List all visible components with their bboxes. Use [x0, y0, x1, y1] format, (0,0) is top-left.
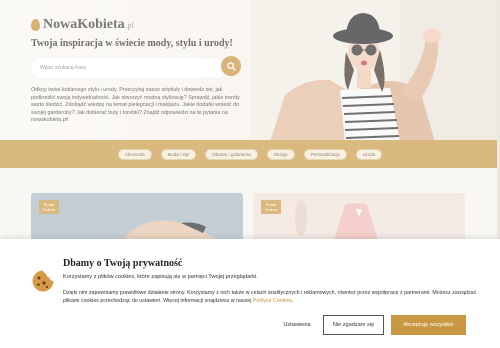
cookie-icon	[32, 270, 54, 292]
cookie-details: Dzięki nim zapewniamy prawidłowe działan…	[63, 289, 483, 305]
cookie-accept-all-button[interactable]: Akceptuję wszystkie	[391, 315, 466, 335]
cookie-settings-button[interactable]: Ustawienia	[276, 315, 318, 335]
cookie-title: Dbamy o Twoją prywatność	[63, 258, 183, 269]
cookie-consent-banner: Dbamy o Twoją prywatność Korzystamy z pl…	[0, 239, 500, 348]
cookie-details-end: .	[292, 298, 294, 304]
cookie-reject-button[interactable]: Nie zgadzam się	[323, 315, 384, 335]
cookie-policy-link[interactable]: Polityce Cookies	[253, 298, 292, 304]
cookie-description: Korzystamy z plików cookies, które zapis…	[63, 274, 258, 280]
